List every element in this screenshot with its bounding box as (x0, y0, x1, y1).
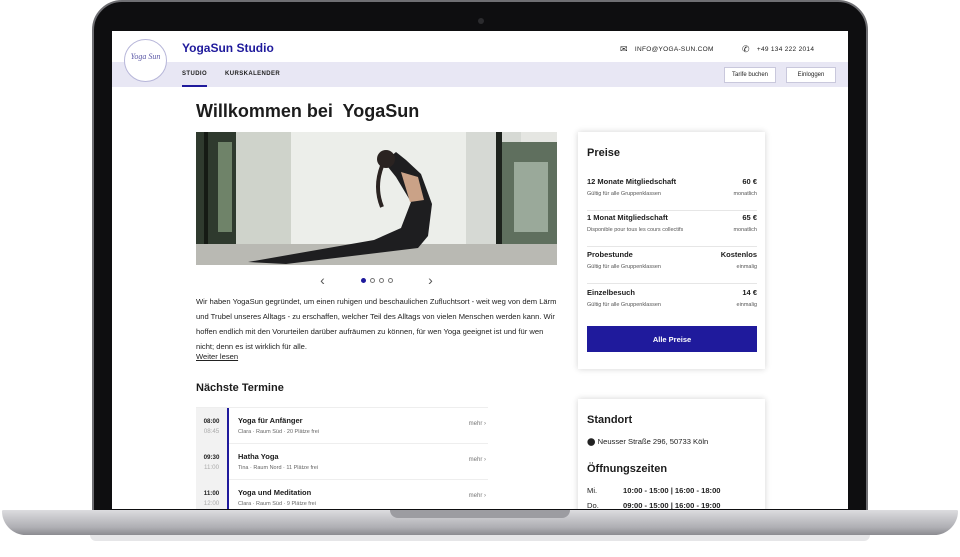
carousel-dot[interactable] (378, 277, 384, 283)
price-note: Disponible pour tous les cours collectif… (587, 227, 684, 233)
carousel-dots (360, 277, 393, 283)
address[interactable]: ⬤ Neusser Straße 296, 50733 Köln (587, 437, 708, 446)
active-nav-indicator (182, 85, 207, 87)
nav-kurskalender[interactable]: KURSKALENDER (225, 71, 280, 77)
brand-name[interactable]: YogaSun Studio (182, 41, 274, 55)
price-period: einmalig (736, 302, 757, 308)
hours-time: 10:00 - 15:00 | 16:00 - 18:00 (623, 486, 721, 495)
main-nav: STUDIO KURSKALENDER Tarife buchen Einlog… (112, 62, 848, 87)
prices-card: Preise 12 Monate Mitgliedschaft 60 € Gül… (578, 132, 765, 369)
location-title: Standort (587, 414, 633, 426)
laptop-mockup: YogaSun Studio ✉ INFO@YOGA-SUN.COM ✆ +49… (0, 0, 960, 557)
price-value: 65 € (742, 213, 757, 222)
price-note: Gültig für alle Gruppenklassen (587, 264, 661, 270)
chevron-right-icon: › (484, 457, 486, 463)
price-note: Gültig für alle Gruppenklassen (587, 302, 661, 308)
end-time: 08:45 (203, 428, 220, 435)
chevron-right-icon: › (484, 493, 486, 499)
more-label: mehr (468, 493, 483, 499)
logo[interactable]: Yoga Sun (124, 39, 167, 82)
location-card: Standort ⬤ Neusser Straße 296, 50733 Köl… (578, 399, 765, 509)
chevron-right-icon: › (484, 421, 486, 427)
hours-day: Do. (587, 501, 599, 509)
top-header: YogaSun Studio ✉ INFO@YOGA-SUN.COM ✆ +49… (112, 31, 848, 62)
laptop-notch (390, 510, 570, 518)
carousel-dot[interactable] (369, 277, 375, 283)
map-pin-icon: ⬤ (587, 437, 596, 446)
hours-row: Mi. 10:00 - 15:00 | 16:00 - 18:00 (587, 486, 721, 495)
book-tariff-button[interactable]: Tarife buchen (724, 67, 776, 83)
price-period: monatlich (733, 191, 757, 197)
time-slot: 09:30 11:00 (196, 444, 229, 480)
carousel-dot[interactable] (387, 277, 393, 283)
time-slot: 11:00 12:00 (196, 480, 229, 509)
schedule-title: Nächste Termine (196, 382, 284, 394)
start-time: 08:00 (203, 418, 220, 425)
more-label: mehr (468, 457, 483, 463)
nav-studio[interactable]: STUDIO (182, 71, 207, 77)
address-text: Neusser Straße 296, 50733 Köln (597, 437, 709, 446)
carousel-controls: ‹ › (196, 272, 557, 288)
end-time: 11:00 (203, 464, 220, 471)
start-time: 11:00 (203, 490, 220, 497)
schedule-item[interactable]: 11:00 12:00 Yoga und Meditation Clara · … (196, 480, 488, 509)
more-link[interactable]: mehr › (469, 493, 486, 499)
read-more-link[interactable]: Weiter lesen (196, 352, 238, 361)
price-note: Gültig für alle Gruppenklassen (587, 191, 661, 197)
all-prices-button[interactable]: Alle Preise (587, 326, 757, 352)
class-details: Tina · Raum Nord · 11 Plätze frei (238, 465, 319, 471)
schedule-item[interactable]: 09:30 11:00 Hatha Yoga Tina · Raum Nord … (196, 444, 488, 480)
price-name: 12 Monate Mitgliedschaft (587, 177, 677, 186)
laptop-shadow (90, 535, 870, 541)
page-title: Willkommen bei YogaSun (196, 101, 420, 121)
price-row: 12 Monate Mitgliedschaft 60 € Gültig für… (587, 175, 757, 211)
schedule-list: 08:00 08:45 Yoga für Anfänger Clara · Ra… (196, 407, 488, 509)
class-name: Yoga für Anfänger (238, 416, 303, 425)
camera (478, 18, 484, 24)
phone-text[interactable]: +49 134 222 2014 (757, 46, 814, 53)
hours-title: Öffnungszeiten (587, 463, 668, 475)
chevron-left-icon[interactable]: ‹ (313, 272, 333, 288)
price-period: einmalig (736, 264, 757, 270)
chevron-right-icon[interactable]: › (421, 272, 441, 288)
price-row: Probestunde Kostenlos Gültig für alle Gr… (587, 248, 757, 284)
price-name: Probestunde (587, 250, 633, 259)
price-name: Einzelbesuch (587, 288, 635, 297)
hours-row: Do. 09:00 - 15:00 | 16:00 - 19:00 (587, 501, 721, 509)
price-period: monatlich (733, 227, 757, 233)
yoga-photo (196, 132, 557, 265)
hours-time: 09:00 - 15:00 | 16:00 - 19:00 (623, 501, 721, 509)
price-row: 1 Monat Mitgliedschaft 65 € Disponible p… (587, 211, 757, 247)
mail-icon: ✉ (620, 44, 628, 54)
phone-contact[interactable]: ✆ +49 134 222 2014 (742, 44, 814, 55)
class-details: Clara · Raum Süd · 20 Plätze frei (238, 429, 320, 435)
more-link[interactable]: mehr › (469, 457, 486, 463)
price-name: 1 Monat Mitgliedschaft (587, 213, 668, 222)
time-slot: 08:00 08:45 (196, 408, 229, 444)
prices-title: Preise (587, 147, 621, 159)
email-text[interactable]: INFO@YOGA-SUN.COM (635, 46, 714, 53)
end-time: 12:00 (203, 500, 220, 507)
price-value: 14 € (742, 288, 757, 297)
browser-viewport: YogaSun Studio ✉ INFO@YOGA-SUN.COM ✆ +49… (112, 31, 848, 509)
price-value: Kostenlos (720, 250, 757, 259)
more-label: mehr (468, 421, 483, 427)
class-name: Hatha Yoga (238, 452, 279, 461)
class-details: Clara · Raum Süd · 9 Plätze frei (238, 501, 316, 507)
price-value: 60 € (742, 177, 757, 186)
class-name: Yoga und Meditation (238, 488, 312, 497)
login-button[interactable]: Einloggen (786, 67, 836, 83)
hours-day: Mi. (587, 486, 598, 495)
price-row: Einzelbesuch 14 € Gültig für alle Gruppe… (587, 286, 757, 322)
start-time: 09:30 (203, 454, 220, 461)
phone-icon: ✆ (742, 44, 750, 54)
hero-image (196, 132, 557, 265)
schedule-item[interactable]: 08:00 08:45 Yoga für Anfänger Clara · Ra… (196, 408, 488, 444)
email-contact[interactable]: ✉ INFO@YOGA-SUN.COM (620, 44, 714, 55)
more-link[interactable]: mehr › (469, 421, 486, 427)
intro-text: Wir haben YogaSun gegründet, um einen ru… (196, 297, 557, 351)
carousel-dot[interactable] (360, 277, 366, 283)
